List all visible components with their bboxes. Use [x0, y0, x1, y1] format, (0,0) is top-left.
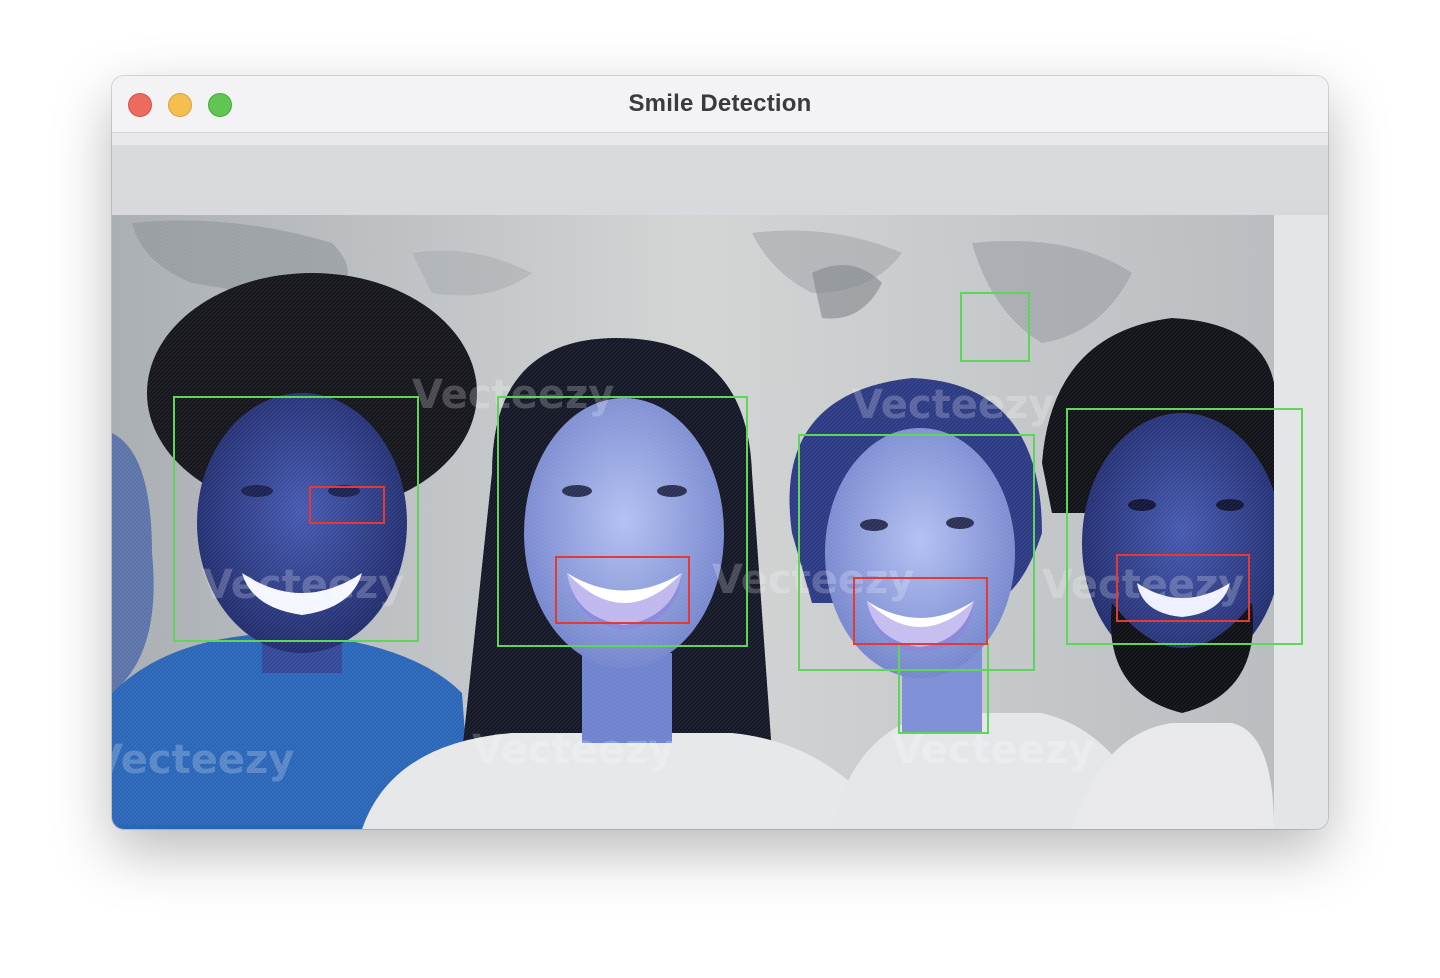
camera-frame-canvas: Vecteezy Vecteezy Vecteezy Vecteezy Vect…: [112, 133, 1328, 829]
watermark: Vecteezy: [472, 727, 674, 773]
watermark: Vecteezy: [112, 737, 294, 783]
watermark: Vecteezy: [852, 382, 1054, 428]
video-frame: Vecteezy Vecteezy Vecteezy Vecteezy Vect…: [112, 133, 1328, 829]
screen-edge: [112, 133, 1328, 145]
watermark: Vecteezy: [202, 562, 404, 608]
watermark: Vecteezy: [412, 372, 614, 418]
watermark: Vecteezy: [1042, 562, 1244, 608]
window-title: Smile Detection: [628, 90, 812, 117]
title-bar[interactable]: Smile Detection: [112, 76, 1328, 133]
app-window: Smile Detection Vecteezy Vecteezy Vectee…: [112, 76, 1328, 829]
watermark: Vecteezy: [712, 557, 914, 603]
